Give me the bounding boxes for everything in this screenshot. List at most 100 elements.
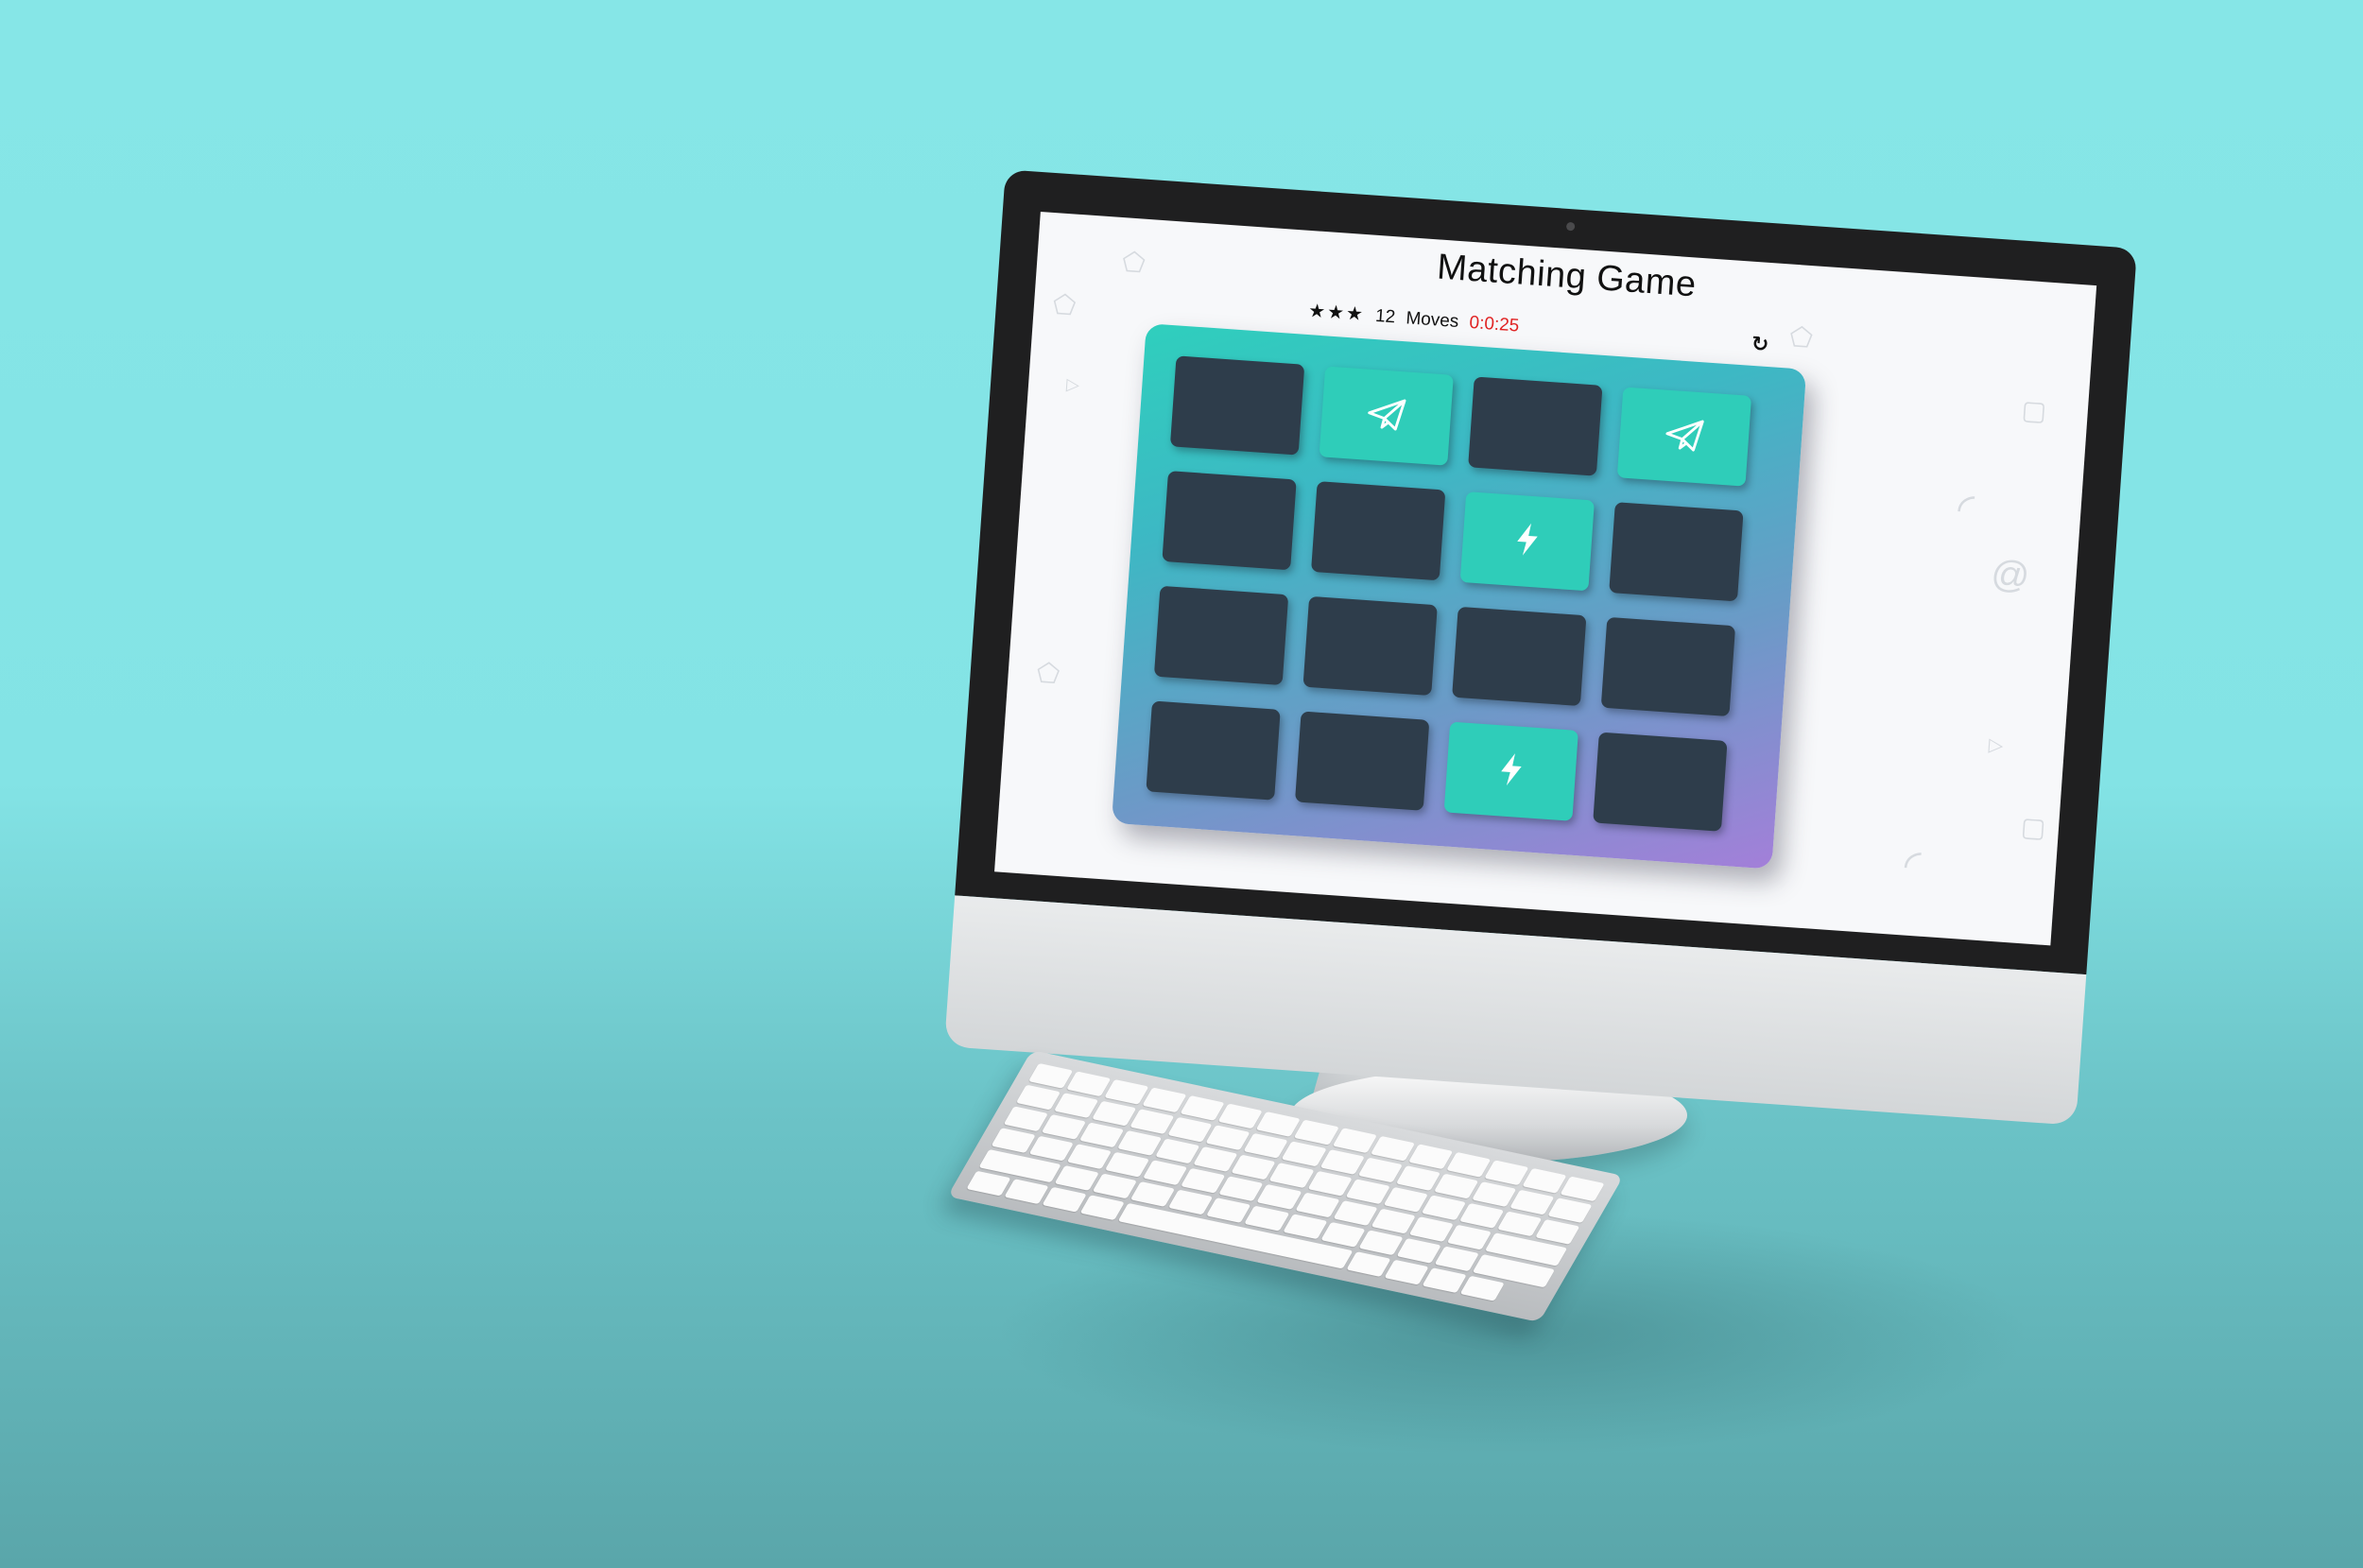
keyboard-key [1332, 1128, 1377, 1154]
card-8[interactable] [1609, 502, 1744, 602]
keyboard-key [1041, 1113, 1087, 1140]
keyboard-key [1421, 1195, 1466, 1221]
keyboard-key [1092, 1173, 1138, 1199]
keyboard-key [1079, 1195, 1126, 1221]
card-12[interactable] [1600, 616, 1736, 717]
keyboard-key [1015, 1084, 1061, 1111]
keyboard-key [1333, 1200, 1378, 1226]
keyboard-key [1384, 1259, 1429, 1285]
bg-square-shape: ▢ [2019, 811, 2047, 843]
card-11[interactable] [1452, 606, 1587, 707]
keyboard-key [1458, 1202, 1505, 1229]
bg-pentagon-shape: ⬠ [1052, 289, 1078, 320]
keyboard-key [1168, 1189, 1214, 1215]
keyboard-key [1092, 1100, 1137, 1127]
card-3[interactable] [1468, 376, 1603, 476]
card-15[interactable] [1443, 721, 1578, 821]
keyboard-key [1243, 1132, 1289, 1159]
card-6[interactable] [1310, 481, 1446, 581]
keyboard-key [1066, 1071, 1112, 1097]
keyboard-key [1181, 1167, 1226, 1194]
card-13[interactable] [1146, 700, 1281, 801]
keyboard-key [1028, 1135, 1075, 1162]
monitor: ⬠ ⬠ ▷ ⬠ ⬠ ▢ ◜ @ ▷ ▢ ◜ Matching Game ★★★ … [944, 169, 2137, 1126]
keyboard-key [1180, 1095, 1225, 1121]
keyboard-key [1167, 1116, 1213, 1143]
card-10[interactable] [1302, 595, 1438, 697]
keyboard-key [1105, 1151, 1150, 1178]
keyboard-key [1484, 1160, 1529, 1186]
keyboard-key [1371, 1208, 1416, 1234]
card-14[interactable] [1294, 711, 1430, 811]
keyboard-key [1244, 1205, 1289, 1232]
keyboard-key [1319, 1148, 1365, 1175]
timer: 0:0:25 [1468, 312, 1520, 336]
keyboard-key [991, 1128, 1036, 1154]
keyboard-key [1130, 1181, 1176, 1207]
keyboard-key [1256, 1183, 1302, 1210]
screen: ⬠ ⬠ ▷ ⬠ ⬠ ▢ ◜ @ ▷ ▢ ◜ Matching Game ★★★ … [994, 211, 2097, 946]
bolt-icon [1504, 516, 1550, 567]
keyboard-key [1408, 1216, 1454, 1242]
bg-triangle-shape: ▷ [1065, 374, 1080, 395]
keyboard-key [1155, 1138, 1200, 1164]
keyboard-key [1054, 1165, 1100, 1191]
card-7[interactable] [1459, 491, 1595, 592]
keyboard-key [1345, 1179, 1390, 1205]
keyboard-key [1319, 1221, 1366, 1248]
paper-plane-icon [1661, 411, 1707, 462]
keyboard-key [1028, 1062, 1074, 1089]
keyboard-key [1434, 1246, 1479, 1272]
card-9[interactable] [1153, 585, 1289, 686]
bg-pentagon-shape: ⬠ [1035, 657, 1061, 689]
keyboard-key [1003, 1106, 1049, 1132]
keyboard-key [1370, 1135, 1415, 1162]
card-5[interactable] [1162, 471, 1297, 571]
keyboard-key [1143, 1160, 1188, 1186]
keyboard-key [1193, 1146, 1238, 1172]
keyboard-key [1496, 1211, 1543, 1237]
card-16[interactable] [1593, 732, 1728, 832]
keyboard-key [1004, 1179, 1049, 1205]
keyboard-key [1231, 1154, 1277, 1180]
keyboard-key [1117, 1130, 1163, 1156]
card-deck [1111, 323, 1807, 870]
bg-square-shape: ▢ [2020, 394, 2048, 426]
keyboard-key [1535, 1218, 1580, 1245]
keyboard-key [1345, 1251, 1391, 1277]
keyboard-key [1205, 1125, 1251, 1151]
keyboard-key [1357, 1157, 1403, 1183]
keyboard-key [1547, 1198, 1593, 1224]
keyboard-key [1206, 1198, 1251, 1224]
card-4[interactable] [1616, 387, 1752, 487]
keyboard-key [1282, 1141, 1327, 1167]
keyboard-key [1395, 1165, 1440, 1191]
card-2[interactable] [1319, 366, 1454, 466]
keyboard-key [1560, 1176, 1605, 1202]
keyboard-key [1218, 1176, 1264, 1202]
keyboard-key [1079, 1122, 1125, 1148]
keyboard-key [1396, 1237, 1441, 1264]
keyboard-key [1509, 1189, 1555, 1215]
paper-plane-icon [1363, 390, 1409, 441]
keyboard-key [1042, 1186, 1087, 1213]
keyboard-key [1130, 1109, 1175, 1135]
keyboard-key [1471, 1181, 1517, 1207]
keyboard-key [1445, 1151, 1492, 1178]
keyboard-key [1256, 1111, 1302, 1137]
keyboard-key [1104, 1078, 1149, 1105]
keyboard-key [1383, 1186, 1428, 1213]
bg-pentagon-shape: ⬠ [1788, 321, 1814, 353]
moves-count: 12 [1374, 305, 1396, 328]
keyboard-key [1422, 1267, 1467, 1294]
keyboard-key [1294, 1119, 1339, 1146]
keyboard-key [1358, 1230, 1404, 1256]
card-1[interactable] [1169, 355, 1305, 456]
bg-arc-shape: ◜ [1956, 485, 1976, 533]
keyboard-key [1433, 1173, 1479, 1199]
keyboard-key [1282, 1214, 1328, 1240]
camera-dot [1565, 221, 1576, 232]
restart-icon[interactable]: ↻ [1751, 332, 1769, 357]
keyboard-key [966, 1170, 1011, 1197]
keyboard-key [1446, 1224, 1492, 1250]
